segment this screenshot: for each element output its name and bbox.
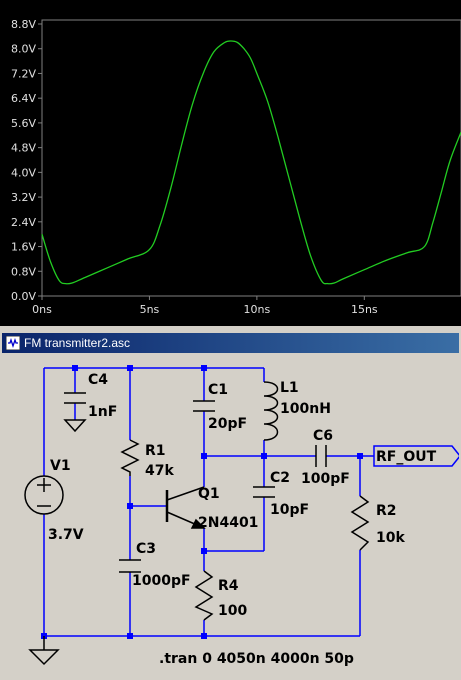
resistor-r2[interactable] — [350, 495, 370, 551]
r2-name: R2 — [376, 503, 397, 519]
x-tick-label: 15ns — [351, 303, 378, 316]
x-tick-label: 5ns — [140, 303, 160, 316]
c1-name: C1 — [208, 382, 228, 398]
y-tick-label: 8.8V — [11, 18, 36, 31]
c1-value: 20pF — [208, 416, 247, 432]
voltage-source-v1[interactable] — [24, 475, 64, 515]
y-tick-label: 0.8V — [11, 265, 36, 278]
schematic-window[interactable]: FM transmitter2.asc C4 1nF V1 3.7V R1 47… — [0, 331, 461, 680]
y-tick-label: 2.4V — [11, 216, 36, 229]
q1-value: 2N4401 — [198, 515, 258, 531]
y-tick-label: 0.0V — [11, 290, 36, 303]
y-tick-label: 8.0V — [11, 43, 36, 56]
y-tick-label: 7.2V — [11, 67, 36, 80]
x-tick-label: 10ns — [244, 303, 271, 316]
window-titlebar[interactable]: FM transmitter2.asc — [2, 333, 459, 353]
r4-name: R4 — [218, 578, 239, 594]
c4-value: 1nF — [88, 404, 117, 420]
voltage-trace — [41, 40, 461, 285]
c3-name: C3 — [136, 541, 156, 557]
q1-name: Q1 — [198, 486, 220, 502]
c2-name: C2 — [270, 470, 290, 486]
capacitor-c6[interactable] — [315, 445, 327, 467]
ground-icon — [28, 636, 60, 666]
y-tick-label: 6.4V — [11, 92, 36, 105]
v1-value: 3.7V — [48, 527, 84, 543]
capacitor-c2[interactable] — [253, 486, 275, 498]
c3-value: 1000pF — [132, 573, 191, 589]
x-axis-ticks: 0ns 5ns 10ns 15ns — [32, 296, 378, 316]
y-tick-label: 5.6V — [11, 117, 36, 130]
capacitor-c3[interactable] — [119, 559, 141, 573]
capacitor-c4[interactable] — [64, 392, 86, 404]
spice-directive: .tran 0 4050n 4000n 50p — [159, 651, 354, 667]
schematic-canvas[interactable]: C4 1nF V1 3.7V R1 47k C1 20pF L1 100nH C… — [2, 355, 459, 678]
c6-value: 100pF — [301, 471, 350, 487]
rf-out-label: RF_OUT — [376, 449, 437, 465]
ground-c4-icon — [63, 419, 87, 433]
c6-name: C6 — [313, 428, 333, 444]
ltspice-schematic-icon — [6, 336, 20, 350]
r1-name: R1 — [145, 443, 166, 459]
c2-value: 10pF — [270, 502, 309, 518]
x-tick-label: 0ns — [32, 303, 52, 316]
y-tick-label: 4.0V — [11, 166, 36, 179]
y-tick-label: 1.6V — [11, 241, 36, 254]
r4-value: 100 — [218, 603, 247, 619]
l1-value: 100nH — [280, 401, 331, 417]
c4-name: C4 — [88, 372, 108, 388]
y-tick-label: 4.8V — [11, 142, 36, 155]
y-axis-ticks: 8.8V 8.0V 7.2V 6.4V 5.6V 4.8V 4.0V 3.2V 2.4V 1.6V… — [11, 18, 42, 303]
window-title: FM transmitter2.asc — [24, 336, 131, 350]
inductor-l1[interactable] — [263, 381, 279, 441]
waveform-plot[interactable]: 8.8V 8.0V 7.2V 6.4V 5.6V 4.8V 4.0V 3.2V 2.4V 1.6V… — [0, 0, 461, 326]
resistor-r4[interactable] — [194, 570, 214, 621]
l1-name: L1 — [280, 380, 299, 396]
capacitor-c1[interactable] — [193, 400, 215, 412]
r2-value: 10k — [376, 530, 405, 546]
v1-name: V1 — [50, 458, 71, 474]
r1-value: 47k — [145, 463, 174, 479]
labels: C4 1nF V1 3.7V R1 47k C1 20pF L1 100nH C… — [48, 372, 437, 667]
y-tick-label: 3.2V — [11, 191, 36, 204]
resistor-r1[interactable] — [120, 439, 140, 476]
